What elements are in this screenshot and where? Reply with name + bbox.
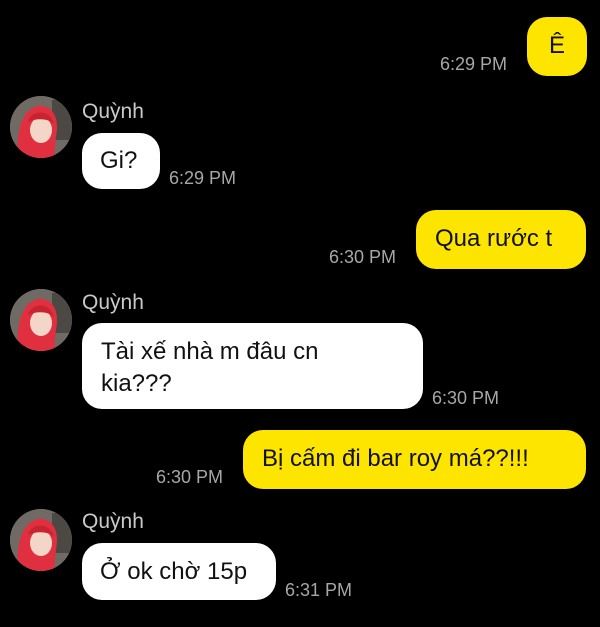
- sender-name: Quỳnh: [82, 291, 144, 314]
- message-timestamp: 6:30 PM: [432, 388, 500, 408]
- sender-avatar[interactable]: [10, 96, 72, 158]
- profile-photo-icon: [10, 509, 72, 571]
- profile-photo-icon: [10, 96, 72, 158]
- sender-name: Quỳnh: [82, 510, 144, 533]
- outgoing-message-bubble[interactable]: Qua rước t: [416, 210, 586, 269]
- outgoing-message-bubble[interactable]: Bị cấm đi bar roy má??!!!: [243, 430, 586, 489]
- incoming-message-bubble[interactable]: Ở ok chờ 15p: [82, 543, 276, 600]
- message-text: Bị cấm đi bar roy má??!!!: [262, 445, 529, 472]
- message-timestamp: 6:31 PM: [285, 580, 353, 600]
- message-text-line: Tài xế nhà m đâu cn: [101, 338, 319, 365]
- message-text: Qua rước t: [435, 225, 553, 252]
- message-text-line: kia???: [101, 370, 172, 397]
- sender-avatar[interactable]: [10, 509, 72, 571]
- incoming-message-bubble[interactable]: Tài xế nhà m đâu cn kia???: [82, 323, 423, 409]
- sender-avatar[interactable]: [10, 289, 72, 351]
- message-text: Ở ok chờ 15p: [100, 558, 248, 585]
- sender-name: Quỳnh: [82, 100, 144, 123]
- message-timestamp: 6:29 PM: [440, 54, 508, 74]
- incoming-message-bubble[interactable]: Gi?: [82, 133, 160, 189]
- message-text: Ê: [548, 32, 565, 59]
- message-timestamp: 6:29 PM: [169, 168, 237, 188]
- outgoing-message-bubble[interactable]: Ê: [527, 17, 587, 76]
- message-timestamp: 6:30 PM: [329, 247, 397, 267]
- message-timestamp: 6:30 PM: [156, 467, 224, 487]
- profile-photo-icon: [10, 289, 72, 351]
- message-text: Gi?: [100, 147, 138, 174]
